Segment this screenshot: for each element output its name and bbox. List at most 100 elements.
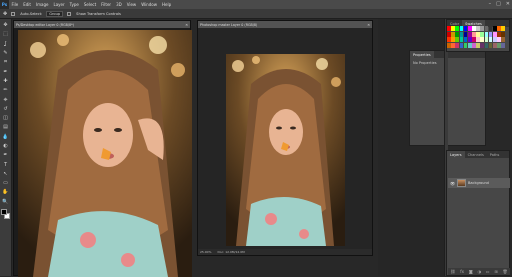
color-swatch[interactable]	[451, 26, 455, 32]
color-swatch[interactable]	[447, 42, 451, 48]
tab-channels[interactable]: Channels	[465, 151, 487, 158]
menu-view[interactable]: View	[124, 2, 139, 7]
canvas-photo-1[interactable]	[18, 30, 192, 277]
maximize-button[interactable]: □	[496, 1, 501, 7]
pen-icon[interactable]: ✒	[2, 151, 10, 159]
dodge-icon[interactable]: ◐	[2, 142, 10, 150]
color-swatch[interactable]	[488, 26, 493, 32]
color-swatch[interactable]	[455, 42, 460, 48]
menu-3d[interactable]: 3D	[114, 2, 125, 7]
color-swatch[interactable]	[463, 42, 468, 48]
color-swatch[interactable]	[463, 31, 468, 37]
color-swatch[interactable]	[451, 31, 455, 37]
fx-icon[interactable]: fx	[460, 269, 464, 274]
color-swatch[interactable]	[484, 37, 489, 43]
menu-file[interactable]: File	[9, 2, 21, 7]
shape-icon[interactable]: ▭	[2, 179, 10, 187]
adjustment-icon[interactable]: ◑	[477, 269, 481, 274]
color-swatch[interactable]	[455, 37, 460, 43]
color-swatch[interactable]	[467, 37, 472, 43]
color-swatch[interactable]	[480, 31, 485, 37]
folder-icon[interactable]: ▭	[486, 269, 490, 274]
tab-layers[interactable]: Layers	[447, 151, 465, 158]
color-swatch[interactable]	[501, 26, 505, 32]
minimize-button[interactable]: –	[489, 1, 492, 7]
path-select-icon[interactable]: ↖	[2, 170, 10, 178]
history-brush-icon[interactable]: ↺	[2, 105, 10, 113]
document-tab-2[interactable]: Photoshop master Layer 0 (RGB/8) ✕	[198, 21, 372, 28]
document-tab-1[interactable]: Ps/Desktop editor Layer 0 (RGB/8*) ✕	[14, 21, 190, 28]
trash-icon[interactable]: 🗑	[502, 269, 507, 274]
menu-filter[interactable]: Filter	[99, 2, 114, 7]
color-swatch[interactable]	[472, 31, 476, 37]
menu-window[interactable]: Window	[139, 2, 160, 7]
color-swatch[interactable]	[463, 26, 468, 32]
menu-edit[interactable]: Edit	[21, 2, 34, 7]
color-swatch[interactable]	[459, 26, 464, 32]
color-swatch[interactable]	[447, 31, 451, 37]
color-swatch[interactable]	[488, 37, 493, 43]
color-swatch[interactable]	[467, 26, 472, 32]
color-swatch[interactable]	[459, 37, 464, 43]
color-swatch[interactable]	[459, 31, 464, 37]
stamp-icon[interactable]: ⎈	[2, 95, 10, 103]
color-swatch[interactable]	[492, 26, 497, 32]
foreground-color[interactable]	[1, 208, 7, 215]
show-transform-checkbox[interactable]	[67, 11, 72, 16]
quick-select-icon[interactable]: ✎	[2, 49, 10, 57]
color-swatch[interactable]	[467, 31, 472, 37]
color-swatch[interactable]	[484, 31, 489, 37]
color-swatch[interactable]	[459, 42, 464, 48]
color-swatch[interactable]	[447, 37, 451, 43]
color-swatch[interactable]	[476, 31, 480, 37]
color-swatch[interactable]	[492, 31, 497, 37]
type-icon[interactable]: T	[2, 160, 10, 168]
color-swatch[interactable]	[476, 42, 480, 48]
menu-layer[interactable]: Layer	[51, 2, 67, 7]
close-tab-icon-2[interactable]: ✕	[367, 23, 370, 27]
color-swatch[interactable]	[497, 26, 501, 32]
color-swatch[interactable]	[447, 26, 451, 32]
color-swatch[interactable]	[484, 26, 489, 32]
healing-icon[interactable]: ✚	[2, 77, 10, 85]
visibility-eye-icon[interactable]: 👁	[450, 181, 455, 186]
crop-icon[interactable]: ⌗	[2, 58, 10, 66]
color-swatch[interactable]	[501, 42, 505, 48]
zoom-level[interactable]: 25.00%	[200, 250, 211, 254]
color-swatch[interactable]	[451, 42, 455, 48]
color-swatch[interactable]	[497, 37, 501, 43]
color-swatch[interactable]	[497, 31, 501, 37]
color-swatch[interactable]	[501, 37, 505, 43]
mask-icon[interactable]: ◙	[469, 269, 473, 274]
color-swatch[interactable]	[492, 42, 497, 48]
color-swatch[interactable]	[455, 26, 460, 32]
hand-icon[interactable]: ✋	[2, 188, 10, 196]
eraser-icon[interactable]: ◫	[2, 114, 10, 122]
color-swatch[interactable]	[480, 42, 485, 48]
auto-select-checkbox[interactable]	[11, 11, 16, 16]
color-swatch[interactable]	[463, 37, 468, 43]
blur-icon[interactable]: 💧	[2, 133, 10, 141]
color-swatch[interactable]	[476, 26, 480, 32]
color-swatch[interactable]	[472, 42, 476, 48]
auto-select-dropdown[interactable]: Group	[46, 10, 64, 17]
fg-bg-color-swatch[interactable]	[1, 208, 10, 219]
new-layer-icon[interactable]: ⊞	[494, 269, 497, 274]
canvas-photo-2[interactable]	[226, 54, 345, 246]
color-swatch[interactable]	[480, 37, 485, 43]
lasso-icon[interactable]: ʆ	[2, 40, 10, 48]
zoom-icon[interactable]: 🔍	[2, 198, 10, 206]
eyedropper-icon[interactable]: ✒	[2, 67, 10, 75]
color-swatch[interactable]	[488, 31, 493, 37]
color-swatch[interactable]	[488, 42, 493, 48]
gradient-icon[interactable]: ▤	[2, 123, 10, 131]
color-swatch[interactable]	[467, 42, 472, 48]
move-icon[interactable]: ✥	[2, 21, 10, 29]
color-swatch[interactable]	[476, 37, 480, 43]
menu-select[interactable]: Select	[81, 2, 98, 7]
link-icon[interactable]: ⛓	[450, 269, 455, 274]
color-swatch[interactable]	[451, 37, 455, 43]
layer-row-background[interactable]: 👁 Background	[448, 178, 510, 188]
move-tool-icon[interactable]: ✥	[3, 11, 7, 17]
tab-paths[interactable]: Paths	[487, 151, 503, 158]
